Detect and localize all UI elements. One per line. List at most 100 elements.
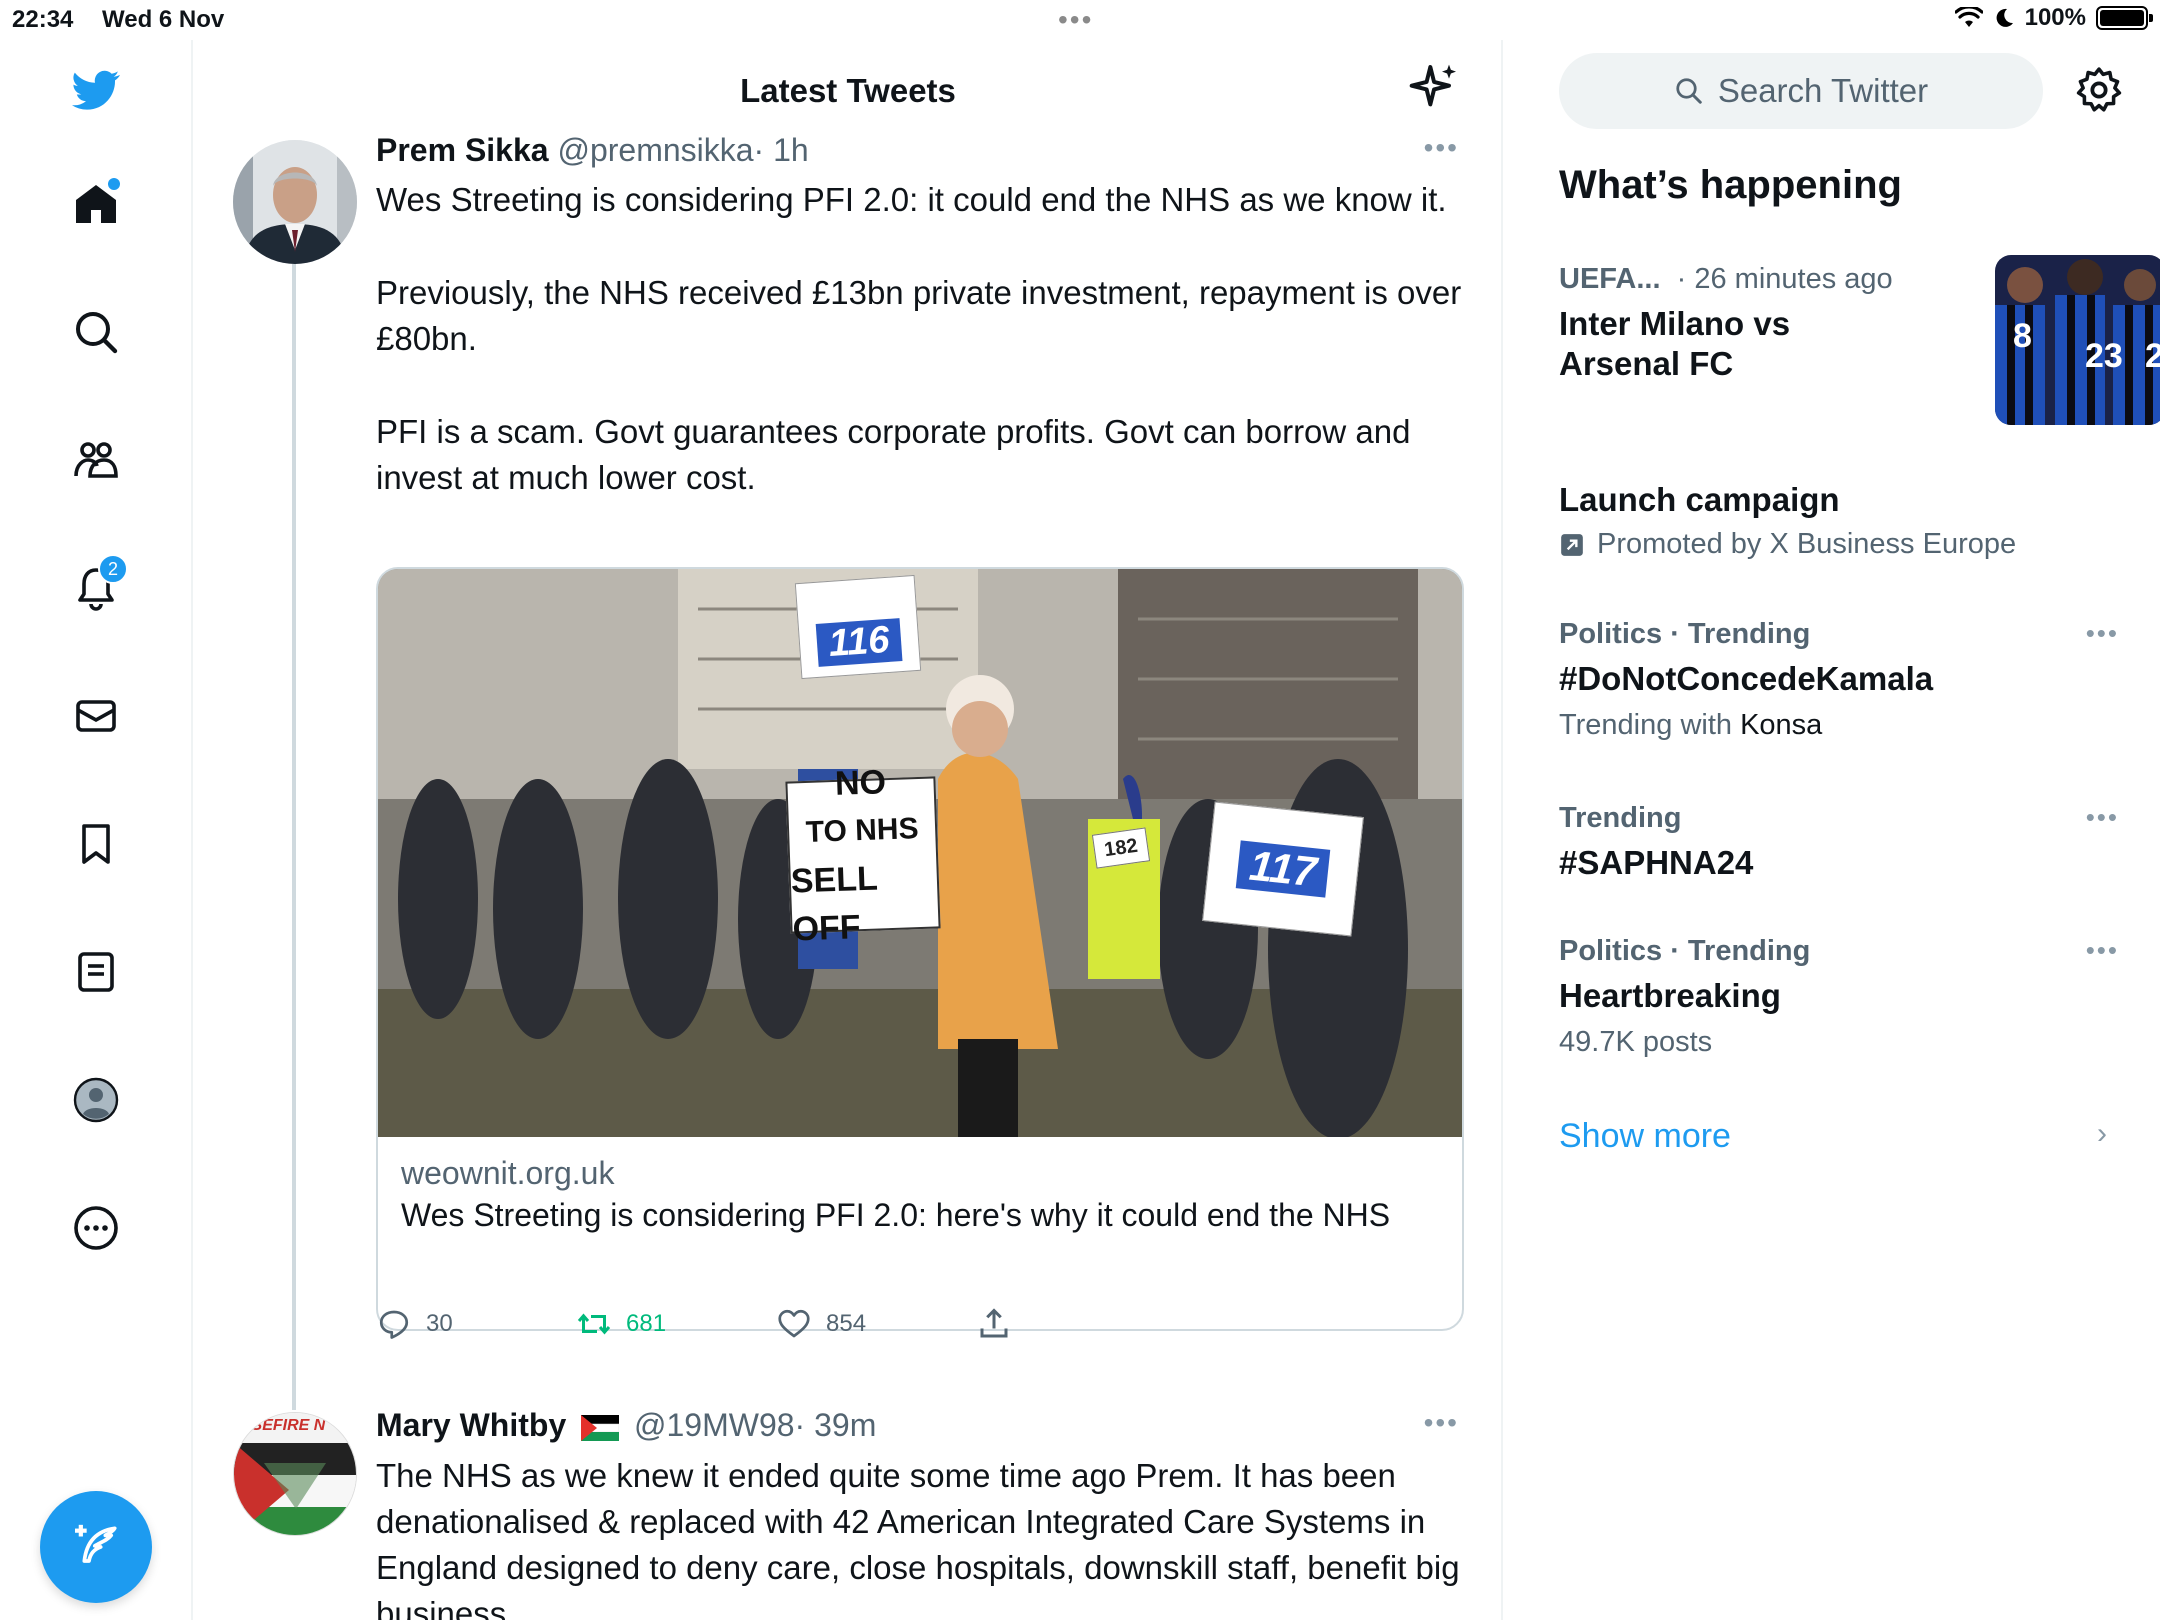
link-card[interactable]: NO TO NHS SELL OFF 116 117 182 weownit.o… <box>376 567 1464 1331</box>
bookmarks-nav[interactable] <box>66 814 126 874</box>
tweet-actions: 30 681 854 <box>376 1306 1376 1356</box>
trend-name: Inter Milano vs Arsenal FC <box>1559 305 1791 382</box>
chevron-right-icon[interactable]: › <box>2097 1117 2107 1151</box>
avatar-text: ASEFIRE N <box>240 1417 326 1434</box>
retweet-button[interactable]: 681 <box>576 1306 666 1342</box>
author-name[interactable]: Prem Sikka <box>376 132 549 168</box>
trend-more-icon[interactable]: ••• <box>2086 802 2119 833</box>
avatar[interactable] <box>233 140 357 264</box>
palestine-flag-icon <box>580 1414 620 1441</box>
search-placeholder: Search Twitter <box>1717 72 1929 109</box>
trend-name: #DoNotConcedeKamala <box>1559 660 1934 697</box>
search-icon <box>1676 78 1702 104</box>
trend-time: · 26 minutes ago <box>1676 263 1893 295</box>
reply-button[interactable]: 30 <box>376 1306 453 1342</box>
tweet-time[interactable]: · 39m <box>795 1407 877 1443</box>
trend-thumbnail: 8 23 2 <box>1995 255 2160 425</box>
tweet-paragraph: PFI is a scam. Govt guarantees corporate… <box>376 413 1411 496</box>
tweet-text: The NHS as we knew it ended quite some t… <box>376 1457 1460 1620</box>
compose-feather-icon <box>75 1524 117 1563</box>
battery-icon <box>2096 6 2153 30</box>
tweet-more-icon[interactable]: ••• <box>1424 132 1459 164</box>
reply-icon <box>379 1310 409 1339</box>
envelope-icon <box>76 700 116 732</box>
trend-meta: Politics · Trending <box>1559 935 1811 967</box>
avatar[interactable]: ASEFIRE N <box>233 1412 357 1536</box>
trend-context-prefix: Trending with <box>1559 709 1733 741</box>
card-title: Wes Streeting is considering PFI 2.0: he… <box>401 1197 1391 1233</box>
placard-117: 117 <box>1202 801 1364 937</box>
communities-icon <box>74 442 118 478</box>
trend-item[interactable]: Trending ••• #SAPHNA24 <box>1559 802 2119 883</box>
communities-nav[interactable] <box>66 430 126 490</box>
trend-category: UEFA... <box>1559 263 1661 295</box>
share-button[interactable] <box>976 1306 1012 1342</box>
tweet-more-icon[interactable]: ••• <box>1424 1407 1459 1439</box>
gear-icon[interactable] <box>2074 65 2124 115</box>
home-unread-dot <box>108 178 120 190</box>
tweet-text: Wes Streeting is considering PFI 2.0: it… <box>376 177 1466 501</box>
status-bar: 22:34 Wed 6 Nov ••• 100% <box>0 0 2160 40</box>
trend-context-term[interactable]: Konsa <box>1740 709 1822 741</box>
trend-item[interactable]: UEFA... · 26 minutes ago Inter Milano vs… <box>1559 255 2160 443</box>
more-circle-icon <box>74 1206 118 1250</box>
tweet-paragraph: Wes Streeting is considering PFI 2.0: it… <box>376 181 1447 218</box>
author-name[interactable]: Mary Whitby <box>376 1407 566 1443</box>
promoted-title: Launch campaign <box>1559 481 1840 518</box>
tweet-paragraph: Previously, the NHS received £13bn priva… <box>376 274 1462 357</box>
page-title: Latest Tweets <box>740 72 956 109</box>
show-more-link[interactable]: Show more <box>1559 1117 1731 1156</box>
list-icon <box>78 952 114 992</box>
author-handle[interactable]: @premnsikka <box>557 132 753 168</box>
trend-context: Trending with Konsa <box>1559 709 2119 742</box>
jersey-number: 23 <box>2085 337 2123 375</box>
battery-percent: 100% <box>2024 4 2086 31</box>
sparkle-icon[interactable] <box>1407 60 1463 116</box>
status-indicators: 100% <box>1954 4 2153 32</box>
author-handle[interactable]: @19MW98 <box>634 1407 795 1443</box>
profile-avatar-icon <box>73 1077 119 1123</box>
promoted-by-text: Promoted by X Business Europe <box>1597 528 2017 560</box>
bookmark-icon <box>82 824 110 864</box>
promoted-item[interactable]: Launch campaign Promoted by X Business E… <box>1559 480 2119 561</box>
multitasking-dots[interactable]: ••• <box>1058 4 1093 36</box>
timeline: Latest Tweets Prem Sikka @premnsikka· 1h… <box>193 40 1503 1620</box>
messages-nav[interactable] <box>66 686 126 746</box>
jersey-number: 2 <box>2145 337 2160 375</box>
placard-line: SELL OFF <box>790 859 878 949</box>
trend-item[interactable]: Politics · Trending ••• Heartbreaking 49… <box>1559 935 2119 1059</box>
profile-nav[interactable] <box>66 1070 126 1130</box>
explore-nav[interactable] <box>66 302 126 362</box>
notifications-badge: 2 <box>98 554 128 584</box>
trend-more-icon[interactable]: ••• <box>2086 618 2119 649</box>
trend-post-count: 49.7K posts <box>1559 1026 1713 1058</box>
lists-nav[interactable] <box>66 942 126 1002</box>
placard-number: 116 <box>815 618 903 667</box>
retweet-icon <box>577 1313 611 1335</box>
thread-connector <box>292 260 296 1410</box>
home-nav[interactable] <box>66 174 126 234</box>
jersey-number: 8 <box>2013 317 2032 355</box>
trend-item[interactable]: Politics · Trending ••• #DoNotConcedeKam… <box>1559 618 2119 742</box>
status-time: 22:34 <box>12 6 74 33</box>
section-title: What’s happening <box>1559 163 1902 207</box>
placard-number: 117 <box>1235 840 1331 898</box>
twitter-logo-icon[interactable] <box>66 60 126 120</box>
search-input[interactable]: Search Twitter <box>1559 53 2043 129</box>
tweet-time[interactable]: · 1h <box>754 132 809 168</box>
placard-line: TO NHS <box>805 812 920 849</box>
heart-icon <box>778 1309 810 1338</box>
status-date: Wed 6 Nov <box>102 6 225 33</box>
search-icon <box>76 312 118 354</box>
trend-more-icon[interactable]: ••• <box>2086 935 2119 966</box>
tweet-header: Mary Whitby @19MW98· 39m <box>376 1407 876 1444</box>
share-icon <box>980 1308 1008 1338</box>
placard-line: NO <box>834 763 887 803</box>
trend-name: Heartbreaking <box>1559 977 1781 1014</box>
like-button[interactable]: 854 <box>776 1306 866 1342</box>
placard-116: 116 <box>794 574 922 680</box>
more-nav[interactable] <box>66 1198 126 1258</box>
reply-count: 30 <box>426 1310 453 1337</box>
compose-tweet-button[interactable] <box>40 1491 152 1603</box>
notifications-nav[interactable]: 2 <box>66 554 128 618</box>
